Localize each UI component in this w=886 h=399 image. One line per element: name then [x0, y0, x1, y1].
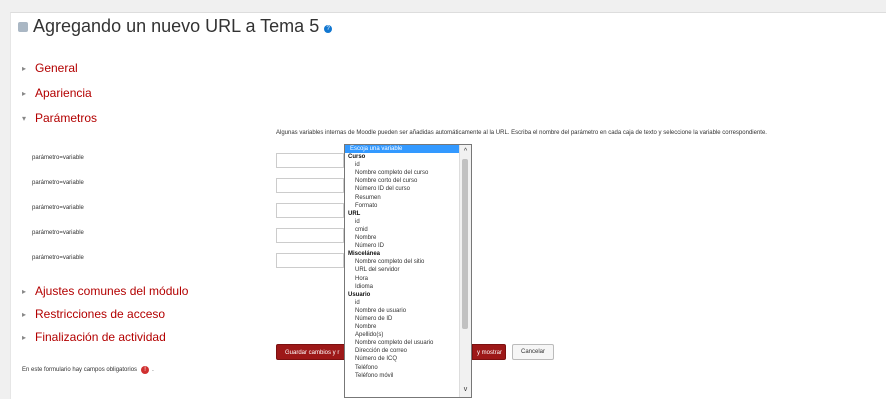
dropdown-option[interactable]: id — [345, 218, 460, 226]
scroll-down-icon[interactable]: v — [460, 385, 471, 395]
chevron-right-icon: ▸ — [22, 63, 27, 73]
chevron-right-icon: ▸ — [22, 332, 27, 342]
param-label-5: parámetro=variable — [32, 255, 84, 261]
section-ajustes-label: Ajustes comunes del módulo — [35, 284, 189, 298]
param-input-4[interactable] — [276, 228, 344, 243]
dropdown-options: Escoja una variable Curso id Nombre complet… — [345, 145, 460, 380]
section-apariencia-label: Apariencia — [35, 86, 92, 100]
save-show-button[interactable]: y mostrar — [472, 344, 506, 360]
section-apariencia[interactable]: ▸ Apariencia — [22, 86, 92, 100]
dropdown-option[interactable]: Nombre — [345, 323, 460, 331]
section-ajustes[interactable]: ▸ Ajustes comunes del módulo — [22, 284, 188, 298]
dropdown-option[interactable]: Nombre — [345, 234, 460, 242]
required-icon: ! — [141, 366, 150, 374]
dropdown-optgroup: Usuario — [348, 291, 371, 298]
dropdown-optgroup: URL — [348, 210, 361, 217]
dropdown-option[interactable]: Resumen — [345, 194, 460, 202]
dropdown-option[interactable]: Formato — [345, 202, 460, 210]
dropdown-option[interactable]: id — [345, 161, 460, 169]
section-parametros[interactable]: ▾ Parámetros — [22, 111, 97, 125]
dropdown-option[interactable]: Nombre corto del curso — [345, 177, 460, 185]
url-module-icon — [18, 21, 28, 32]
scroll-up-icon[interactable]: ^ — [460, 147, 471, 157]
required-note-period: . — [152, 367, 154, 373]
dropdown-option[interactable]: Apellido(s) — [345, 331, 460, 339]
dropdown-option[interactable]: Hora — [345, 275, 460, 283]
dropdown-optgroup: Curso — [348, 154, 366, 161]
save-return-button[interactable]: Guardar cambios y r — [276, 344, 349, 360]
scrollbar-thumb[interactable] — [462, 159, 468, 329]
section-parametros-label: Parámetros — [35, 111, 98, 125]
param-label-4: parámetro=variable — [32, 230, 84, 236]
dropdown-option[interactable]: Escoja una variable — [345, 145, 460, 154]
section-restricciones-label: Restricciones de acceso — [35, 307, 166, 321]
parametros-intro: Algunas variables internas de Moodle pue… — [276, 130, 767, 136]
section-general-label: General — [35, 61, 78, 75]
variable-dropdown-list[interactable]: Escoja una variable Curso id Nombre complet… — [344, 144, 472, 398]
dropdown-option[interactable]: Número de ID — [345, 315, 460, 323]
section-general[interactable]: ▸ General — [22, 61, 78, 75]
dropdown-option[interactable]: URL del servidor — [345, 266, 460, 274]
page-title: Agregando un nuevo URL a Tema 5 — [33, 16, 320, 36]
param-label-3: parámetro=variable — [32, 205, 84, 211]
chevron-right-icon: ▸ — [22, 88, 27, 98]
chevron-down-icon: ▾ — [22, 113, 27, 123]
chevron-right-icon: ▸ — [22, 286, 27, 296]
required-note-text: En este formulario hay campos obligatori… — [22, 367, 138, 373]
param-label-1: parámetro=variable — [32, 155, 84, 161]
dropdown-option[interactable]: Nombre completo del curso — [345, 169, 460, 177]
dropdown-option[interactable]: cmid — [345, 226, 460, 234]
required-note: En este formulario hay campos obligatori… — [22, 366, 154, 374]
dropdown-option[interactable]: Número ID — [345, 242, 460, 250]
dropdown-option[interactable]: Teléfono — [345, 364, 460, 372]
section-finalizacion-label: Finalización de actividad — [35, 330, 166, 344]
cancel-button[interactable]: Cancelar — [512, 344, 555, 360]
dropdown-option[interactable]: Nombre de usuario — [345, 307, 460, 315]
dropdown-option[interactable]: Nombre completo del usuario — [345, 339, 460, 347]
section-finalizacion[interactable]: ▸ Finalización de actividad — [22, 330, 166, 344]
help-icon[interactable]: ? — [324, 25, 333, 33]
dropdown-scrollbar[interactable]: ^ v — [459, 145, 471, 397]
chevron-right-icon: ▸ — [22, 309, 27, 319]
dropdown-option[interactable]: Teléfono móvil — [345, 372, 460, 380]
param-label-2: parámetro=variable — [32, 180, 84, 186]
dropdown-optgroup: Miscelánea — [348, 251, 381, 258]
dropdown-option[interactable]: Dirección de correo — [345, 347, 460, 355]
dropdown-option[interactable]: Nombre completo del sitio — [345, 258, 460, 266]
param-input-5[interactable] — [276, 253, 344, 268]
param-input-2[interactable] — [276, 178, 344, 193]
page-header: Agregando un nuevo URL a Tema 5 ? — [18, 16, 333, 37]
dropdown-option[interactable]: id — [345, 299, 460, 307]
param-input-1[interactable] — [276, 153, 344, 168]
dropdown-option[interactable]: Idioma — [345, 283, 460, 291]
section-restricciones[interactable]: ▸ Restricciones de acceso — [22, 307, 165, 321]
dropdown-option[interactable]: Número ID del curso — [345, 185, 460, 193]
dropdown-option[interactable]: Número de ICQ — [345, 355, 460, 363]
param-input-3[interactable] — [276, 203, 344, 218]
